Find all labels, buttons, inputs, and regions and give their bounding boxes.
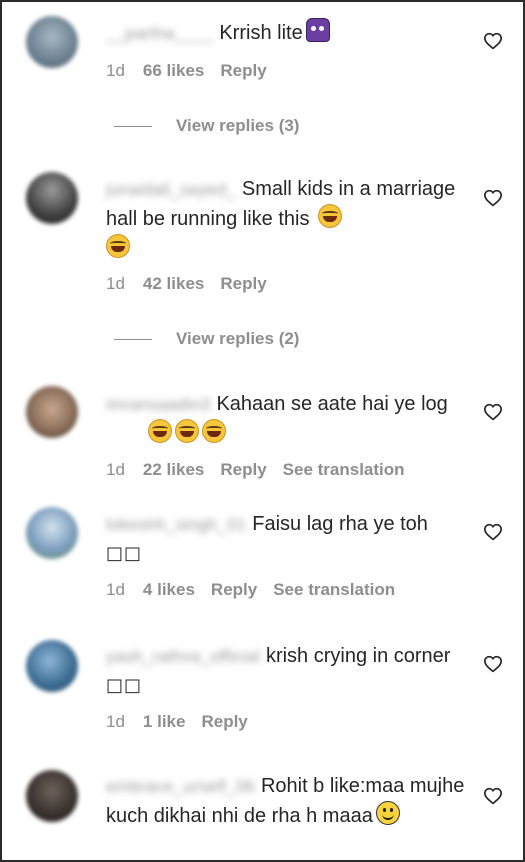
heart-outline-icon[interactable] — [483, 655, 503, 673]
comment-time: 1d — [106, 274, 125, 293]
heart-outline-icon[interactable] — [483, 523, 503, 541]
laughing-emoji-icon — [202, 419, 226, 443]
comment-username[interactable]: __partha____ — [106, 24, 213, 43]
comment-username[interactable]: junaidali_sayed_ — [106, 180, 236, 199]
smiley-emoji-icon — [375, 801, 400, 825]
laughing-emoji-icon — [106, 234, 130, 258]
view-replies-button[interactable]: View replies (3) — [114, 116, 299, 136]
reply-button[interactable]: Reply — [201, 712, 247, 731]
reply-button[interactable]: Reply — [220, 460, 266, 479]
see-translation-button[interactable]: See translation — [273, 580, 395, 599]
heart-outline-icon[interactable] — [483, 787, 503, 805]
comment-meta: 1d 42 likes Reply — [106, 274, 283, 294]
view-replies-label: View replies (2) — [176, 329, 300, 348]
reply-button[interactable]: Reply — [211, 580, 257, 599]
laughing-emoji-icon — [318, 204, 343, 228]
likes-count[interactable]: 4 likes — [143, 580, 195, 599]
likes-count[interactable]: 1 like — [143, 712, 186, 731]
comment-meta: 1d 1 like Reply — [106, 712, 264, 732]
heart-outline-icon[interactable] — [483, 189, 503, 207]
reply-button[interactable]: Reply — [220, 61, 266, 80]
laughing-emoji-icon — [148, 419, 172, 443]
comment-time: 1d — [106, 61, 125, 80]
divider-line — [114, 126, 152, 128]
likes-count[interactable]: 42 likes — [143, 274, 204, 293]
avatar[interactable] — [26, 172, 78, 224]
heart-outline-icon[interactable] — [483, 403, 503, 421]
comment-body: Faisu lag rha ye toh — [252, 513, 428, 535]
comment-text: __partha____ Krrish lite — [106, 18, 466, 48]
likes-count[interactable]: 22 likes — [143, 460, 204, 479]
comment-time: 1d — [106, 580, 125, 599]
comment-text: yash_rathva_official krish crying in corn… — [106, 642, 466, 700]
unsupported-emoji-glyph: □□ — [106, 675, 143, 696]
avatar[interactable] — [26, 640, 78, 692]
comment-body: Krrish lite — [219, 22, 303, 44]
divider-line — [114, 339, 152, 341]
avatar[interactable] — [26, 770, 78, 822]
alien-emoji-icon — [305, 18, 330, 42]
comment-meta: 1d 4 likes Reply See translation — [106, 580, 411, 600]
comment-meta: 1d 22 likes Reply See translation — [106, 460, 421, 480]
comment-text: embrace_urself_06 Rohit b like:maa mujhe … — [106, 772, 466, 831]
comment-text: junaidali_sayed_ Small kids in a marriage… — [106, 175, 466, 264]
view-replies-label: View replies (3) — [176, 116, 300, 135]
comment-username[interactable]: embrace_urself_06 — [106, 777, 255, 796]
comment-body: Kahaan se aate hai ye log — [216, 393, 448, 415]
avatar[interactable] — [26, 16, 78, 68]
unsupported-emoji-glyph: □□ — [106, 543, 143, 564]
likes-count[interactable]: 66 likes — [143, 61, 204, 80]
comment-time: 1d — [106, 460, 125, 479]
comment-text: imransaadin3 Kahaan se aate hai ye log — [106, 390, 466, 449]
view-replies-button[interactable]: View replies (2) — [114, 329, 299, 349]
comment-body: krish crying in corner — [265, 645, 451, 667]
comment-username[interactable]: lokeshh_singh_01 — [106, 515, 246, 534]
heart-outline-icon[interactable] — [483, 32, 503, 50]
comment-text: lokeshh_singh_01 Faisu lag rha ye toh □□ — [106, 510, 466, 568]
comment-username[interactable]: yash_rathva_official — [106, 647, 260, 666]
laughing-emoji-icon — [175, 419, 199, 443]
comment-meta: 1d 66 likes Reply — [106, 61, 283, 81]
comments-panel: __partha____ Krrish lite 1d 66 likes Reply … — [0, 0, 525, 862]
comment-username[interactable]: imransaadin3 — [106, 395, 210, 414]
see-translation-button[interactable]: See translation — [283, 460, 405, 479]
comment-time: 1d — [106, 712, 125, 731]
reply-button[interactable]: Reply — [220, 274, 266, 293]
avatar[interactable] — [26, 386, 78, 438]
avatar[interactable] — [26, 507, 78, 559]
